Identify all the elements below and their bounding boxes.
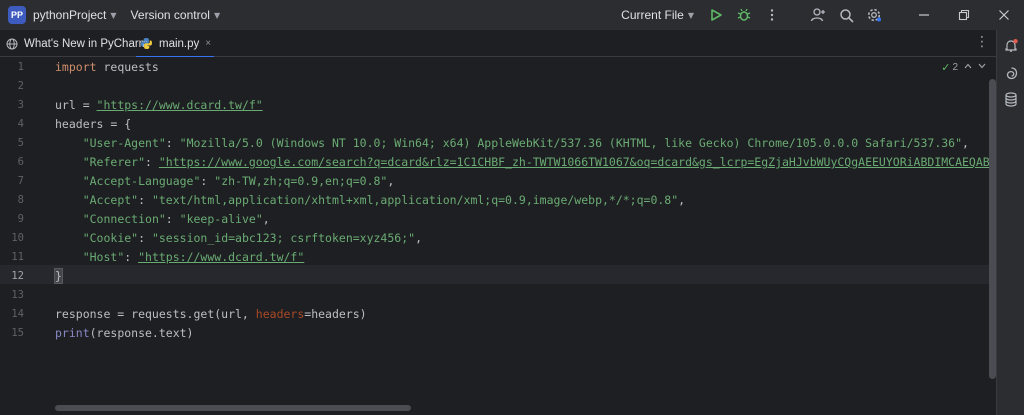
inspection-widget[interactable]: ✓ 2 [941,61,986,74]
string-token: "Mozilla/5.0 (Windows NT 10.0; Win64; x6… [179,136,963,150]
right-tool-strip [996,30,1024,415]
code-line-9: "Connection": "keep-alive", [82,212,270,226]
current-line-highlight [0,265,990,284]
debug-icon[interactable] [730,1,758,29]
line-number: 2 [17,80,24,92]
line-number: 10 [11,232,24,244]
string-token: "User-Agent" [82,136,166,150]
line-number: 14 [11,308,24,320]
line-number: 3 [17,99,24,111]
code-line-15: print(response.text) [55,324,193,343]
string-token: "text/html,application/xhtml+xml,applica… [151,193,679,207]
builtin-token: print [55,326,90,340]
chevron-up-icon[interactable] [964,62,972,73]
run-icon[interactable] [702,1,730,29]
string-token: "Accept" [82,193,139,207]
minimize-icon[interactable] [904,1,944,29]
ai-assistant-icon[interactable] [1002,64,1020,82]
tab-whats-new[interactable]: What's New in PyCharm [6,30,148,57]
close-tab-icon[interactable]: × [205,38,211,49]
code-line-7: "Accept-Language": "zh-TW,zh;q=0.9,en;q=… [82,174,395,188]
vertical-scrollbar[interactable] [989,79,996,379]
code-line-14: response = requests.get(url, headers=hea… [55,305,367,324]
string-token: "Cookie" [82,231,139,245]
line-number: 1 [17,61,24,73]
line-number: 4 [17,118,24,130]
code-line-6: "Referer": "https://www.google.com/searc… [55,153,996,172]
settings-icon[interactable] [860,1,888,29]
chevron-down-icon[interactable]: ▼ [110,11,116,20]
string-token: "https://www.dcard.tw/f" [96,98,263,112]
code-line-12: } [54,267,63,286]
code-token: (response.text) [89,326,194,340]
code-token: requests [96,60,159,74]
tab-label: main.py [159,37,200,50]
string-token: "Host" [82,250,125,264]
string-token: "session_id=abc123; csrftoken=xyz456;" [151,231,416,245]
chevron-down-icon[interactable]: ▼ [688,11,694,20]
project-badge[interactable]: PP [8,6,26,24]
line-number: 5 [17,137,24,149]
line-number: 8 [17,194,24,206]
vcs-menu[interactable]: Version control [131,8,210,22]
code-token: url = [55,98,97,112]
string-token: "Referer" [82,155,146,169]
code-line-1: import requests [55,58,159,77]
code-token: headers = { [55,117,132,131]
code-line-4: headers = { [55,115,131,134]
string-token: "Connection" [82,212,166,226]
string-token: "zh-TW,zh;q=0.9,en;q=0.8" [214,174,388,188]
close-icon[interactable] [984,1,1024,29]
more-vert-icon[interactable]: ⋮ [975,34,989,50]
title-bar: PP pythonProject ▼ Version control ▼ Cur… [0,0,1024,30]
tab-label: What's New in PyCharm [24,37,149,50]
code-line-11: "Host": "https://www.dcard.tw/f" [82,250,305,264]
restore-icon[interactable] [944,1,984,29]
line-number: 9 [17,213,24,225]
matched-brace: } [54,268,63,284]
line-number-current: 12 [11,270,24,282]
run-config-selector[interactable]: Current File [621,8,684,22]
add-user-icon[interactable] [804,1,832,29]
line-number: 15 [11,327,24,339]
code-line-10: "Cookie": "session_id=abc123; csrftoken=… [82,231,422,245]
code-token: response = requests.get(url, [55,307,256,321]
more-vert-icon[interactable] [758,1,786,29]
python-file-icon [140,37,153,50]
code-line-3: url = "https://www.dcard.tw/f" [55,96,263,115]
line-number-gutter: 1 2 3 4 5 6 7 8 9 10 11 12 13 14 15 [0,57,40,415]
keyword-token: import [55,60,97,74]
string-token: "keep-alive" [179,212,263,226]
editor-tab-bar: What's New in PyCharm main.py × ⋮ [0,30,996,58]
code-line-8: "Accept": "text/html,application/xhtml+x… [82,193,686,207]
param-token: headers [255,307,305,321]
code-token: =headers) [304,307,367,321]
string-token: "https://www.google.com/search?q=dcard&r… [158,155,996,169]
globe-icon [6,38,18,50]
notifications-icon[interactable] [1002,36,1020,54]
code-line-5: "User-Agent": "Mozilla/5.0 (Windows NT 1… [82,136,969,150]
search-icon[interactable] [832,1,860,29]
inspection-count: 2 [952,62,958,73]
chevron-down-icon[interactable]: ▼ [214,11,220,20]
tab-main-py[interactable]: main.py × [136,30,214,58]
database-icon[interactable] [1002,90,1020,108]
titlebar-actions: Current File ▼ [621,0,1024,30]
project-name[interactable]: pythonProject [33,8,106,22]
check-icon: ✓ [941,62,951,74]
string-token: "Accept-Language" [82,174,201,188]
chevron-down-icon[interactable] [978,62,986,73]
string-token: "https://www.dcard.tw/f" [138,250,305,264]
horizontal-scrollbar[interactable] [55,405,411,411]
line-number: 13 [11,289,24,301]
code-editor[interactable]: 1 2 3 4 5 6 7 8 9 10 11 12 13 14 15 impo… [0,57,996,415]
line-number: 6 [17,156,24,168]
line-number: 7 [17,175,24,187]
line-number: 11 [11,251,24,263]
